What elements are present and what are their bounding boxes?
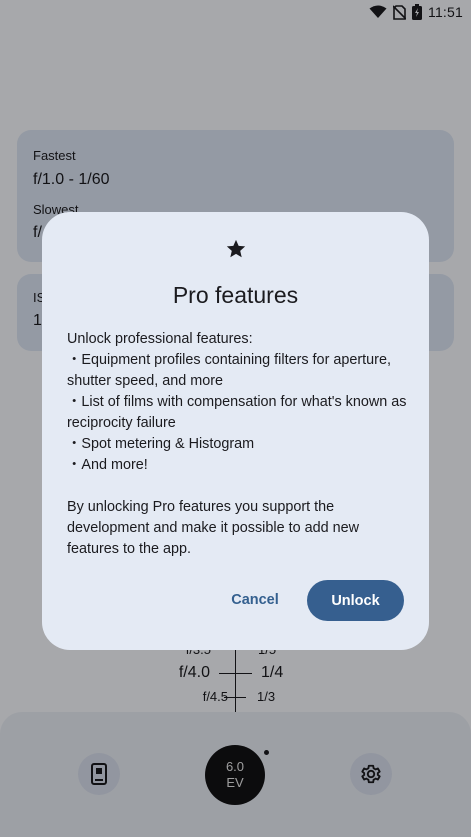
unlock-button[interactable]: Unlock: [307, 580, 404, 621]
star-icon: [42, 238, 429, 267]
pro-features-dialog: Pro features Unlock professional feature…: [42, 212, 429, 650]
dialog-body: Unlock professional features: ・Equipment…: [67, 331, 407, 557]
dialog-title: Pro features: [172, 282, 299, 308]
cancel-button[interactable]: Cancel: [220, 580, 290, 620]
